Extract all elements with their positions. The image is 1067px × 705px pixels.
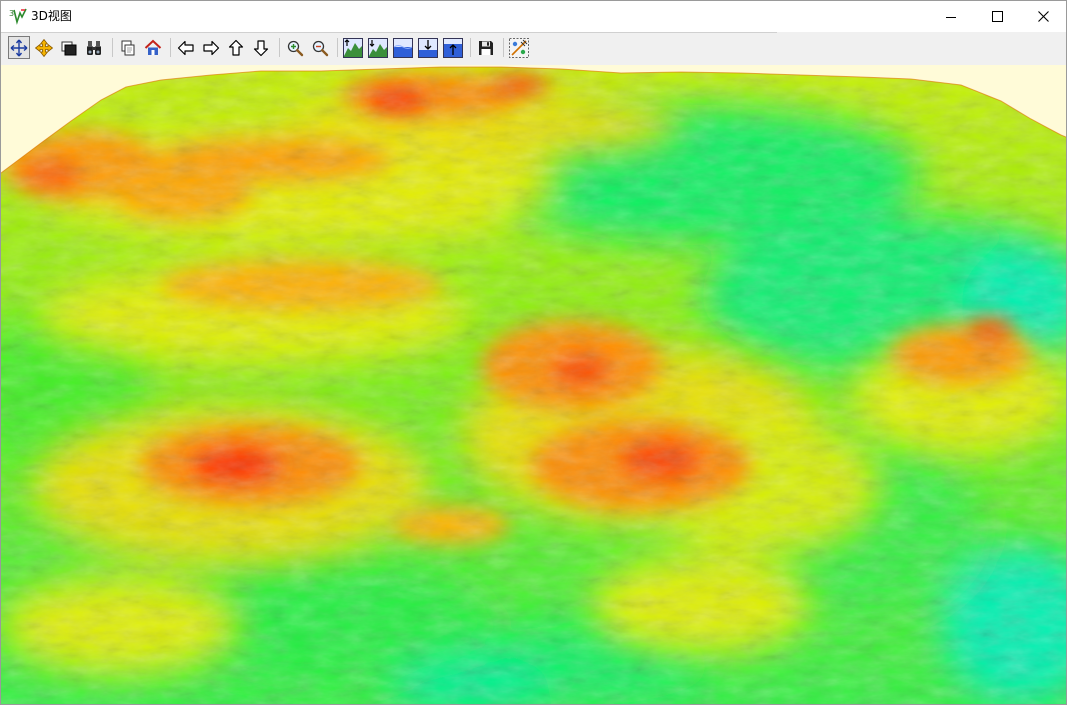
toolbar-separator <box>112 38 113 57</box>
save-button[interactable] <box>475 36 497 59</box>
orbit-move-icon <box>35 38 53 57</box>
arrow-up-button[interactable] <box>225 36 247 59</box>
close-button[interactable] <box>1020 1 1066 32</box>
water-level-down-icon <box>418 37 438 58</box>
arrow-right-icon <box>202 39 220 57</box>
arrow-right-button[interactable] <box>200 36 222 59</box>
water-level-icon <box>393 37 413 58</box>
terrain-exaggerate-up-icon <box>343 37 363 58</box>
home-view-button[interactable] <box>142 36 164 59</box>
3d-terrain-viewport[interactable] <box>1 65 1066 704</box>
toolbar-top-divider <box>1 32 777 33</box>
3d-view-window: 3 3D视图 <box>0 0 1067 705</box>
arrow-down-icon <box>252 39 270 57</box>
render-settings-icon <box>509 37 529 58</box>
water-level-button[interactable] <box>392 36 414 59</box>
window-title: 3D视图 <box>31 9 72 23</box>
pan-move-button[interactable] <box>8 36 30 59</box>
water-level-up-button[interactable] <box>442 36 464 59</box>
toolbar-separator <box>503 38 504 57</box>
title-bar[interactable]: 3 3D视图 <box>1 1 1066 32</box>
water-level-up-icon <box>443 37 463 58</box>
water-level-down-button[interactable] <box>417 36 439 59</box>
3d-terrain-app-icon: 3 <box>9 7 27 25</box>
terrain-exaggerate-down-icon <box>368 37 388 58</box>
layer-display-button[interactable] <box>58 36 80 59</box>
orbit-move-button[interactable] <box>33 36 55 59</box>
pan-move-icon <box>10 39 28 57</box>
binoculars-icon <box>85 39 103 57</box>
save-icon <box>477 39 495 57</box>
toolbar-separator <box>337 38 338 57</box>
toolbar-separator <box>470 38 471 57</box>
minimize-icon <box>946 12 956 22</box>
maximize-icon <box>991 11 1003 22</box>
zoom-in-button[interactable] <box>284 36 306 59</box>
copy-view-icon <box>119 39 137 57</box>
terrain-exaggerate-up-button[interactable] <box>342 36 364 59</box>
toolbar <box>1 32 1066 65</box>
3d-terrain-elevation-surface <box>1 65 1066 704</box>
render-settings-button[interactable] <box>508 36 530 59</box>
terrain-exaggerate-down-button[interactable] <box>367 36 389 59</box>
zoom-out-button[interactable] <box>309 36 331 59</box>
zoom-out-icon <box>311 39 329 57</box>
close-icon <box>1037 11 1049 22</box>
home-view-icon <box>144 39 162 57</box>
toolbar-separator <box>170 38 171 57</box>
arrow-left-button[interactable] <box>175 36 197 59</box>
arrow-left-icon <box>177 39 195 57</box>
toolbar-separator <box>279 38 280 57</box>
binoculars-button[interactable] <box>83 36 105 59</box>
copy-view-button[interactable] <box>117 36 139 59</box>
arrow-down-button[interactable] <box>250 36 272 59</box>
layer-display-icon <box>60 39 78 57</box>
zoom-in-icon <box>286 39 304 57</box>
arrow-up-icon <box>227 39 245 57</box>
maximize-button[interactable] <box>974 1 1020 32</box>
minimize-button[interactable] <box>928 1 974 32</box>
